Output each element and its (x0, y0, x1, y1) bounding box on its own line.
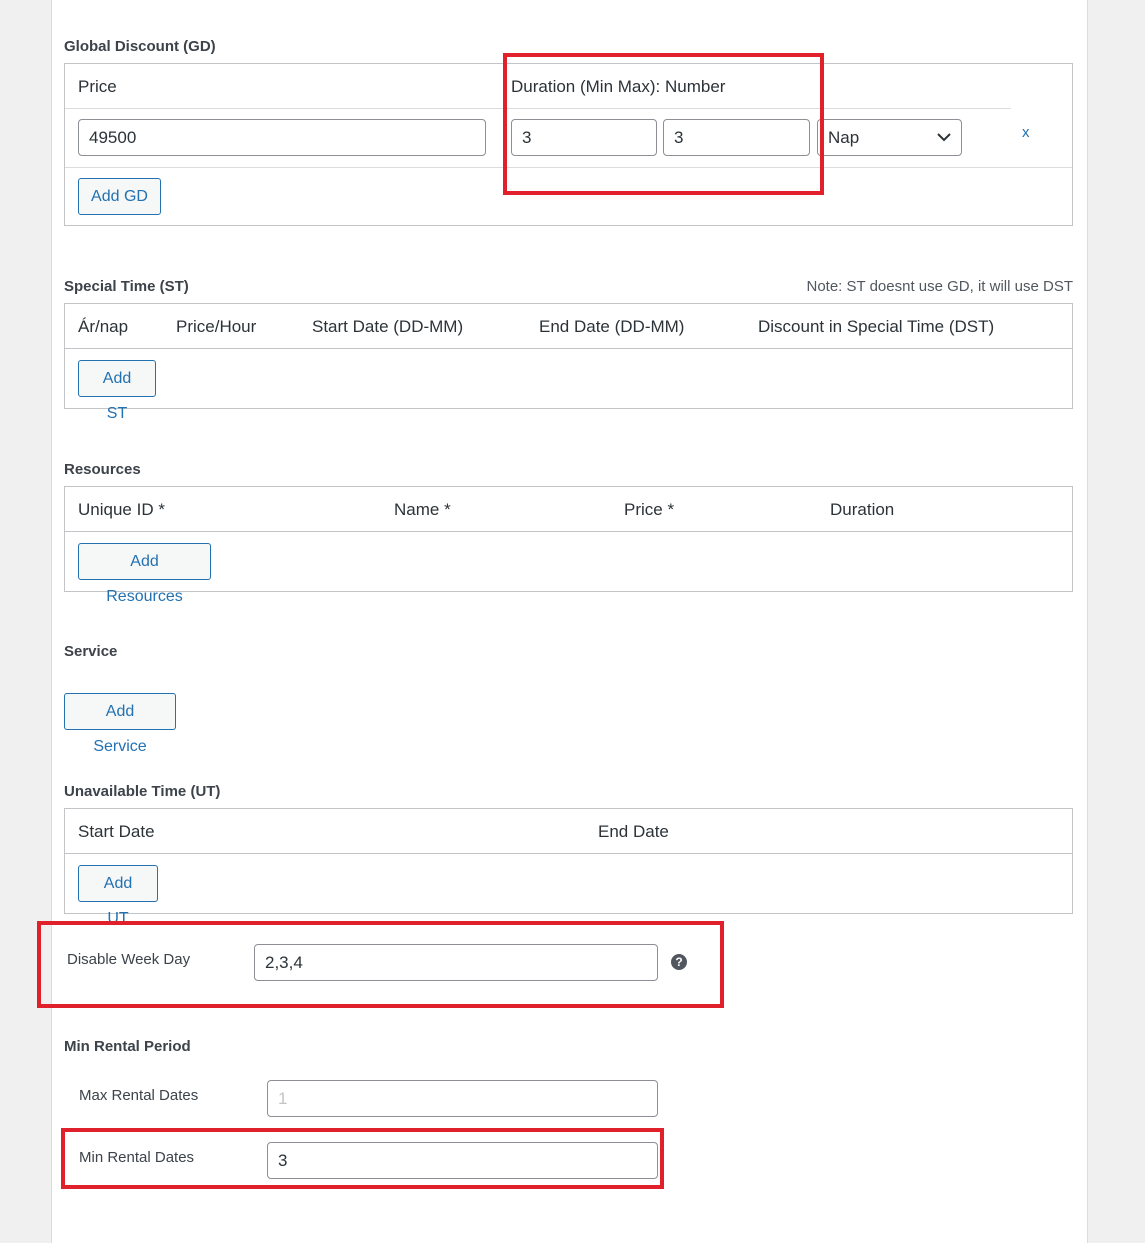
st-col-0: Ár/nap (78, 317, 129, 336)
min-rental-dates-input[interactable] (267, 1142, 658, 1179)
help-icon[interactable]: ? (671, 954, 687, 970)
st-col-1: Price/Hour (176, 317, 257, 336)
add-st-button[interactable]: Add ST (78, 360, 156, 422)
gd-header-divider (65, 108, 1011, 109)
resources-col-2: Price * (624, 500, 675, 519)
ut-col-1: End Date (598, 822, 669, 841)
gd-remove-row-icon[interactable]: x (1022, 124, 1030, 141)
resources-col-0: Unique ID * (78, 500, 165, 519)
min-rental-dates-label: Min Rental Dates (79, 1149, 195, 1166)
gd-price-input[interactable] (78, 119, 486, 156)
gd-unit-select[interactable]: Nap (817, 119, 962, 156)
st-col-3: End Date (DD-MM) (539, 317, 685, 336)
min-rental-section-title: Min Rental Period (64, 1038, 191, 1055)
resources-col-1: Name * (394, 500, 451, 519)
st-header-divider (65, 348, 1072, 349)
add-resources-button[interactable]: Add Resources (78, 543, 211, 605)
resources-header-divider (65, 531, 1072, 532)
gd-min-duration-input[interactable] (511, 119, 657, 156)
gd-col-duration: Duration (Min Max): Number (511, 77, 726, 96)
st-note: Note: ST doesnt use GD, it will use DST (806, 278, 1074, 295)
disable-week-day-input[interactable] (254, 944, 658, 981)
st-col-2: Start Date (DD-MM) (312, 317, 464, 336)
disable-week-day-label: Disable Week Day (67, 951, 191, 968)
chevron-down-icon (937, 133, 951, 142)
gd-unit-value: Nap (828, 128, 860, 147)
resources-table (64, 486, 1073, 592)
add-service-button[interactable]: Add Service (64, 693, 176, 755)
max-rental-dates-input[interactable] (267, 1080, 658, 1117)
gd-section-title: Global Discount (GD) (64, 38, 216, 55)
ut-table (64, 808, 1073, 914)
ut-section-title: Unavailable Time (UT) (64, 783, 221, 800)
add-gd-button[interactable]: Add GD (78, 178, 161, 215)
ut-header-divider (65, 853, 1072, 854)
gd-row-divider (65, 167, 1072, 168)
add-ut-button[interactable]: Add UT (78, 865, 158, 927)
resources-section-title: Resources (64, 461, 141, 478)
resources-col-3: Duration (830, 500, 895, 519)
st-col-4: Discount in Special Time (DST) (758, 317, 995, 336)
st-section-title: Special Time (ST) (64, 278, 189, 295)
ut-col-0: Start Date (78, 822, 155, 841)
gd-max-duration-input[interactable] (663, 119, 810, 156)
max-rental-dates-label: Max Rental Dates (79, 1087, 199, 1104)
gd-col-price: Price (78, 77, 117, 96)
service-section-title: Service (64, 643, 118, 660)
